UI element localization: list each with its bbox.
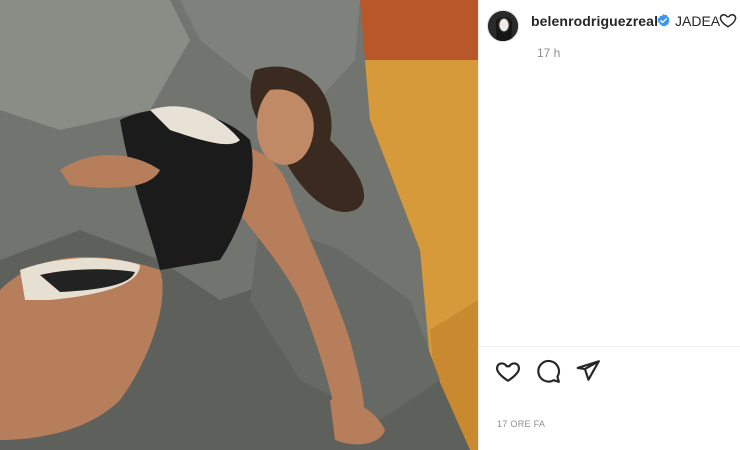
post-time-ago: 17 ORE FA <box>497 419 546 429</box>
like-heart-icon[interactable] <box>495 358 521 384</box>
caption-text: JADEA <box>675 13 721 29</box>
avatar[interactable] <box>487 10 519 42</box>
username-link[interactable]: belenrodriguezreal <box>531 13 658 29</box>
comment-icon[interactable] <box>535 358 561 384</box>
avatar-image <box>488 11 518 41</box>
caption-like-heart-icon[interactable] <box>719 11 737 29</box>
post-photo-illustration <box>0 0 478 450</box>
caption-timestamp: 17 h <box>537 46 561 60</box>
verified-badge-icon <box>656 13 671 28</box>
actions-divider <box>479 346 740 347</box>
post-photo[interactable] <box>0 0 478 450</box>
post-side-panel: belenrodriguezreal JADEA 17 h 17 ORE FA <box>478 0 740 450</box>
post-header: belenrodriguezreal JADEA 17 h <box>479 0 740 60</box>
send-icon[interactable] <box>575 358 601 384</box>
